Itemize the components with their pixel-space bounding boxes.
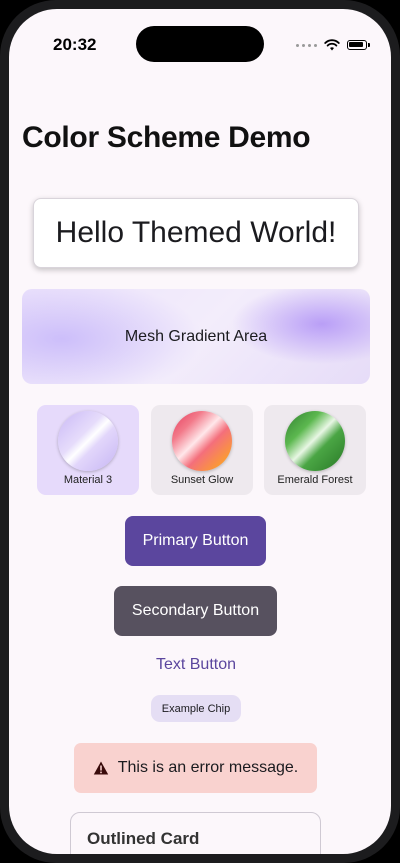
signal-icon [296,43,317,47]
theme-preview-circle [172,411,232,471]
example-chip[interactable]: Example Chip [151,695,241,722]
outlined-card-title: Outlined Card [87,829,200,848]
theme-label: Sunset Glow [170,474,234,486]
page-title: Color Scheme Demo [22,121,311,154]
mesh-gradient-area: Mesh Gradient Area [22,289,370,384]
warning-icon [93,761,108,775]
secondary-button[interactable]: Secondary Button [114,586,277,636]
outlined-card: Outlined Card [70,812,321,854]
status-time: 20:32 [53,35,97,54]
text-button[interactable]: Text Button [135,653,257,677]
dynamic-island [136,26,264,62]
phone-frame: 20:32 Color Scheme Demo Hello Themed Wor… [0,0,400,863]
primary-button[interactable]: Primary Button [125,516,266,566]
theme-preview-circle [58,411,118,471]
battery-icon [347,40,370,50]
theme-label: Emerald Forest [277,474,353,486]
status-indicators [296,39,370,51]
wifi-icon [324,39,340,51]
theme-swatch-emerald-forest[interactable]: Emerald Forest [264,405,366,495]
error-message: This is an error message. [117,759,299,776]
theme-swatch-sunset-glow[interactable]: Sunset Glow [151,405,253,495]
theme-preview-circle [285,411,345,471]
error-banner: This is an error message. [74,743,317,793]
theme-swatch-material-3[interactable]: Material 3 [37,405,139,495]
hello-card: Hello Themed World! [33,198,359,268]
theme-label: Material 3 [63,474,113,486]
app-screen: 20:32 Color Scheme Demo Hello Themed Wor… [9,9,391,854]
